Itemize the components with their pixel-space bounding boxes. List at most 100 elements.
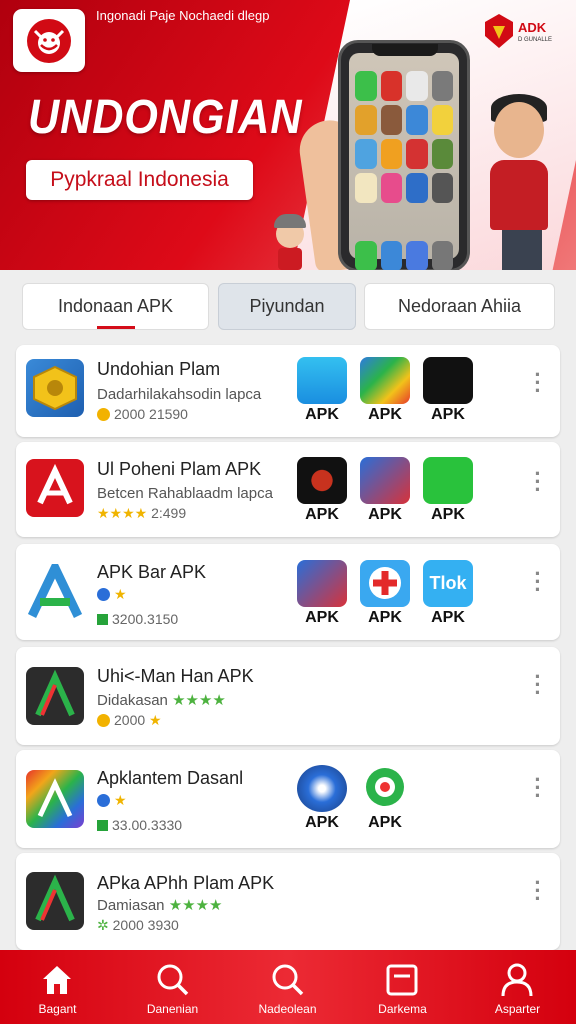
app-icon: [26, 872, 84, 930]
nav-item-darkema[interactable]: Darkema: [345, 950, 460, 1024]
apk-icon: [360, 560, 410, 607]
nav-item-danenian[interactable]: Danenian: [115, 950, 230, 1024]
apk-download-button[interactable]: APK: [297, 457, 347, 524]
tab-indonaan-apk[interactable]: Indonaan APK: [22, 283, 209, 330]
app-card[interactable]: Uhi<-Man Han APK Didakasan ★★★★ 2000 ★ ·…: [16, 647, 560, 745]
apk-icon: [297, 457, 347, 504]
check-icon: [97, 614, 108, 625]
apk-label: APK: [368, 609, 402, 626]
brand-emblem-icon: [485, 14, 513, 48]
check-icon: [97, 820, 108, 831]
apk-label: APK: [305, 609, 339, 626]
search-icon: [157, 964, 189, 996]
star-icon: ★: [114, 586, 127, 602]
rating-stars: ★★★★: [97, 505, 148, 521]
apk-label: APK: [431, 609, 465, 626]
tab-piyundan[interactable]: Piyundan: [218, 283, 356, 330]
hero-banner: Ingonadi Paje Nochaedi dlegp ADK D GUNAL…: [0, 0, 576, 270]
home-icon: [43, 966, 71, 994]
apk-icon: [360, 357, 410, 404]
apk-download-button[interactable]: APK: [360, 357, 410, 424]
letter-a-icon: [35, 874, 75, 922]
apk-download-button[interactable]: APK: [297, 357, 347, 424]
bottom-navigation: Bagant Danenian Nadeolean Darkema Aspart…: [0, 950, 576, 1024]
tab-label: Indonaan APK: [57, 296, 174, 316]
apk-download-button[interactable]: APK: [297, 765, 347, 832]
tab-nedoraan-ahiia[interactable]: Nedoraan Ahiia: [364, 283, 555, 330]
more-options-icon[interactable]: · · ·: [528, 666, 548, 704]
apk-label: APK: [305, 506, 339, 523]
more-options-icon[interactable]: · · ·: [528, 364, 548, 402]
app-meta: 3200.3150: [97, 611, 178, 627]
apk-label: APK: [431, 506, 465, 523]
apk-label: APK: [431, 406, 465, 423]
app-title: APka APhh Plam APK: [97, 873, 275, 893]
app-meta: 2000 ★: [97, 712, 162, 729]
tagline: Ingonadi Paje Nochaedi dlegp: [96, 8, 270, 23]
app-card[interactable]: APka APhh Plam APK Damiasan ★★★★ ✲ 2000 …: [16, 853, 560, 950]
rating-stars: ★★★★: [172, 692, 226, 709]
app-meta-value: 2:499: [151, 505, 187, 521]
search-icon: [272, 964, 304, 996]
garuda-logo-icon: [27, 19, 71, 63]
nav-item-nadeolean[interactable]: Nadeolean: [230, 950, 345, 1024]
app-subtitle: Damiasan ★★★★: [97, 896, 223, 914]
nav-item-bagant[interactable]: Bagant: [0, 950, 115, 1024]
app-meta-value: 2000 3930: [112, 917, 179, 933]
apk-icon: [423, 457, 473, 504]
rating-stars: ★★★★: [168, 897, 223, 914]
nav-label: Danenian: [146, 1002, 199, 1016]
apk-label: APK: [368, 814, 402, 831]
tab-label: Nedoraan Ahiia: [397, 296, 522, 316]
child-illustration: [480, 94, 576, 270]
app-badges: ★: [97, 586, 127, 603]
app-logo[interactable]: [13, 9, 85, 72]
more-options-icon[interactable]: · · ·: [528, 463, 548, 501]
apk-icon: [297, 560, 347, 607]
badge-icon: [97, 794, 110, 807]
subtitle-pill[interactable]: Pypkraal Indonesia: [26, 160, 253, 200]
apk-icon: [297, 357, 347, 404]
phone-screen: [349, 53, 459, 270]
apk-download-button[interactable]: APK: [360, 765, 410, 832]
apk-download-button[interactable]: APK: [297, 560, 347, 627]
apk-icon: [360, 457, 410, 504]
app-subtitle: Dadarhilakahsodin lapca: [97, 386, 262, 403]
headline: UNDONGIAN: [28, 91, 303, 144]
apk-download-button[interactable]: Tlok APK: [423, 560, 473, 627]
app-icon: [26, 557, 84, 622]
nav-label: Bagant: [38, 1002, 77, 1016]
app-card[interactable]: Undohian Plam Dadarhilakahsodin lapca 20…: [16, 345, 560, 437]
apk-download-button[interactable]: APK: [423, 357, 473, 424]
app-card[interactable]: Ul Poheni Plam APK Betcen Rahablaadm lap…: [16, 442, 560, 537]
nav-item-asparter[interactable]: Asparter: [460, 950, 575, 1024]
brand-name: ADK: [518, 20, 546, 35]
app-subtitle-text: Didakasan: [97, 692, 168, 709]
nav-label: Asparter: [494, 1002, 541, 1016]
more-options-icon[interactable]: · · ·: [528, 769, 548, 807]
app-meta-value: 33.00.3330: [112, 817, 183, 833]
letter-a-icon: [35, 669, 75, 717]
coin-icon: [97, 714, 110, 727]
more-options-icon[interactable]: · · ·: [528, 563, 548, 601]
apk-download-button[interactable]: APK: [360, 457, 410, 524]
apk-icon: [360, 765, 410, 812]
app-meta: ✲ 2000 3930: [97, 917, 179, 934]
app-meta: ★★★★ 2:499: [97, 505, 186, 522]
apk-download-button[interactable]: APK: [423, 457, 473, 524]
apk-label: APK: [305, 814, 339, 831]
app-icon: [26, 359, 84, 417]
apk-label: APK: [368, 506, 402, 523]
gold-badge-icon: [33, 365, 77, 411]
star-icon: ★: [149, 712, 162, 728]
tab-label: Piyundan: [249, 296, 325, 316]
tab-underline: [97, 326, 135, 329]
app-card[interactable]: APK Bar APK ★ 3200.3150 APK APK Tlok APK …: [16, 544, 560, 640]
nav-label: Nadeolean: [258, 1002, 317, 1016]
app-card[interactable]: Apklantem Dasanl ★ 33.00.3330 APK APK · ·…: [16, 750, 560, 848]
app-icon: [26, 459, 84, 517]
app-subtitle: Didakasan ★★★★: [97, 691, 226, 709]
apk-download-button[interactable]: APK: [360, 560, 410, 627]
app-meta: 2000 21590: [97, 406, 188, 422]
more-options-icon[interactable]: · · ·: [528, 872, 548, 910]
